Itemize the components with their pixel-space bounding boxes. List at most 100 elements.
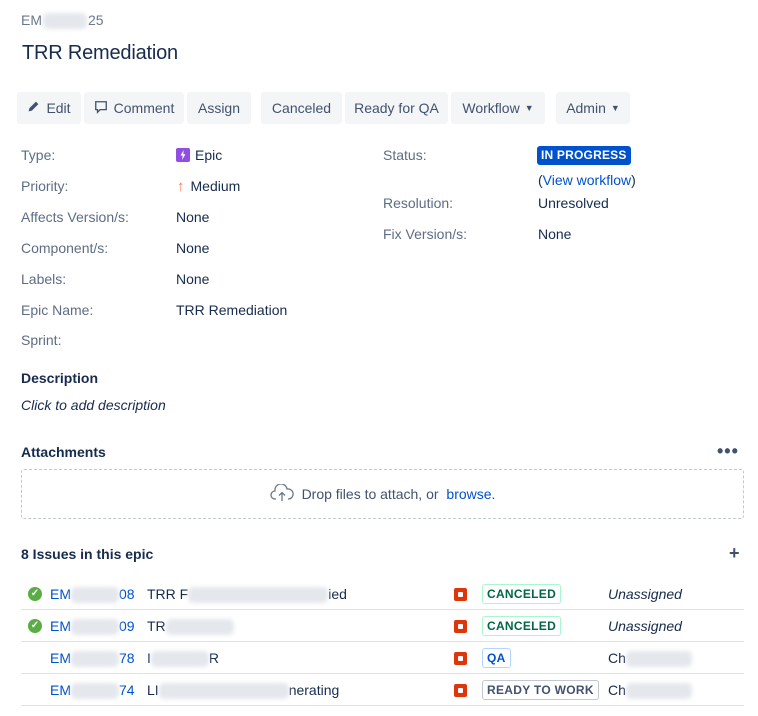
key-suffix: 08 <box>119 586 135 602</box>
sprint-label: Sprint: <box>21 332 62 348</box>
ready-for-qa-transition-button[interactable]: Ready for QA <box>345 92 448 124</box>
priority-block-icon <box>454 684 467 697</box>
key-prefix: EM <box>50 650 71 666</box>
status-label: Status: <box>383 147 427 163</box>
epic-issues-table: ✓ EM 08 TRR F ied CANCELED Unassigned ✓ EM… <box>21 578 744 706</box>
view-workflow-link[interactable]: View workflow <box>543 172 631 188</box>
drop-files-text: Drop files to attach, or <box>301 486 443 502</box>
key-suffix: 78 <box>119 650 135 666</box>
summary-end: R <box>208 650 220 666</box>
priority-block-icon <box>454 652 467 665</box>
assign-button[interactable]: Assign <box>187 92 251 124</box>
epic-name-value[interactable]: TRR Remediation <box>176 302 287 318</box>
description-placeholder[interactable]: Click to add description <box>21 397 166 413</box>
table-row: EM 78 IR QA Ch <box>21 642 744 674</box>
summary-start: TRR F <box>147 586 189 602</box>
resolution-label: Resolution: <box>383 195 454 211</box>
comment-button[interactable]: Comment <box>84 92 184 124</box>
issue-key-prefix: EM <box>21 12 42 28</box>
upload-cloud-icon <box>269 482 302 505</box>
labels-value[interactable]: None <box>176 271 209 287</box>
issue-summary-cell: LI nerating <box>147 682 340 700</box>
admin-dropdown-button[interactable]: Admin ▼ <box>556 92 630 124</box>
status-badge: READY TO WORK <box>482 680 599 700</box>
status-badge: IN PROGRESS <box>537 146 631 165</box>
issue-key-link[interactable]: EM 09 <box>50 618 135 636</box>
canceled-transition-button[interactable]: Canceled <box>261 92 342 124</box>
priority-block-icon <box>454 620 467 633</box>
workflow-dropdown-button[interactable]: Workflow ▼ <box>451 92 545 124</box>
components-value[interactable]: None <box>176 240 209 256</box>
chevron-down-icon: ▼ <box>610 103 620 113</box>
affects-versions-value[interactable]: None <box>176 209 209 225</box>
table-row: ✓ EM 08 TRR F ied CANCELED Unassigned <box>21 578 744 610</box>
assignee-cell: Ch <box>608 650 692 668</box>
assignee-name-start: Ch <box>608 682 626 698</box>
paren-close: ) <box>631 172 636 188</box>
issue-key-link[interactable]: EM 78 <box>50 650 135 668</box>
assignee-cell: Unassigned <box>608 586 682 602</box>
redacted-text <box>188 587 329 604</box>
comment-icon <box>94 100 108 117</box>
summary-end: ied <box>328 586 347 602</box>
table-row: EM 74 LI nerating READY TO WORK Ch <box>21 674 744 706</box>
key-prefix: EM <box>50 586 71 602</box>
priority-value-text: Medium <box>190 178 241 194</box>
pencil-icon <box>27 100 40 116</box>
redacted-text <box>43 13 87 30</box>
done-check-icon: ✓ <box>28 587 42 601</box>
fix-versions-value[interactable]: None <box>538 226 571 242</box>
fix-versions-label: Fix Version/s: <box>383 226 468 242</box>
description-heading: Description <box>21 370 99 386</box>
redacted-text <box>625 651 692 668</box>
issue-summary[interactable]: TRR Remediation <box>22 42 178 65</box>
priority-value[interactable]: ↑ Medium <box>177 178 240 195</box>
status-badge: CANCELED <box>482 616 562 636</box>
key-suffix: 74 <box>119 682 135 698</box>
issue-key-link[interactable]: EM 74 <box>50 682 135 700</box>
priority-medium-icon: ↑ <box>177 178 185 195</box>
epic-name-label: Epic Name: <box>21 302 94 318</box>
epic-icon <box>176 148 190 162</box>
more-icon[interactable]: ••• <box>717 442 739 460</box>
issue-summary-cell: TRR F ied <box>147 586 347 604</box>
edit-label: Edit <box>46 100 71 116</box>
issue-key[interactable]: EM 25 <box>21 12 104 30</box>
key-suffix: 09 <box>119 618 135 634</box>
assignee-cell: Ch <box>608 682 692 700</box>
comment-label: Comment <box>113 100 175 116</box>
priority-block-icon <box>454 588 467 601</box>
type-label: Type: <box>21 147 56 163</box>
done-check-icon: ✓ <box>28 619 42 633</box>
epic-issues-heading: 8 Issues in this epic <box>21 546 154 562</box>
ready-for-qa-label: Ready for QA <box>354 100 439 116</box>
issue-key-link[interactable]: EM 08 <box>50 586 135 604</box>
plus-icon[interactable]: + <box>729 544 740 562</box>
redacted-text <box>71 651 119 668</box>
table-row: ✓ EM 09 TR CANCELED Unassigned <box>21 610 744 642</box>
status-badge: QA <box>482 648 511 668</box>
redacted-text <box>71 619 119 636</box>
summary-start: LI <box>147 682 159 698</box>
redacted-text <box>625 683 692 700</box>
status-badge: CANCELED <box>482 584 562 604</box>
attachment-dropzone[interactable]: Drop files to attach, or browse. <box>21 469 744 519</box>
summary-start: TR <box>147 618 166 634</box>
summary-end: nerating <box>288 682 340 698</box>
attachments-heading: Attachments <box>21 444 106 460</box>
redacted-text <box>165 619 234 636</box>
issue-summary-cell: IR <box>147 650 220 668</box>
issue-key-suffix: 25 <box>88 12 104 28</box>
browse-link[interactable]: browse. <box>446 486 495 502</box>
redacted-text <box>71 683 119 700</box>
type-value-text: Epic <box>195 147 223 163</box>
view-workflow: (View workflow) <box>538 172 636 188</box>
resolution-value: Unresolved <box>538 195 609 211</box>
admin-label: Admin <box>566 100 606 116</box>
edit-button[interactable]: Edit <box>17 92 81 124</box>
assign-label: Assign <box>197 100 241 116</box>
type-value[interactable]: Epic <box>176 147 222 163</box>
priority-label: Priority: <box>21 178 69 194</box>
labels-label: Labels: <box>21 271 67 287</box>
chevron-down-icon: ▼ <box>524 103 534 113</box>
